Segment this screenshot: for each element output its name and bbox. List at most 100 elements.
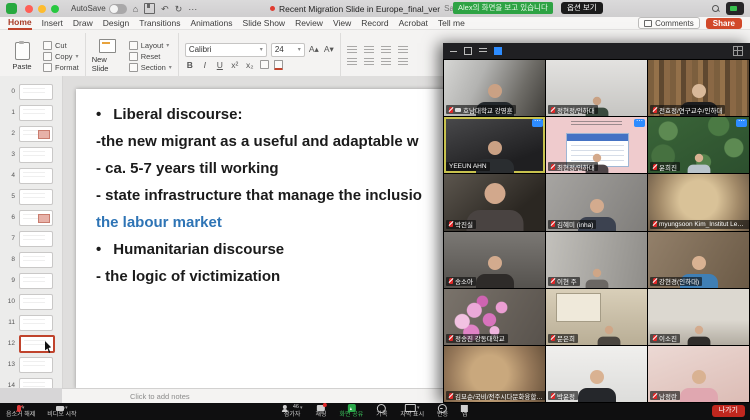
justify-icon[interactable] <box>398 58 408 66</box>
chat-button[interactable]: 채팅 <box>316 404 327 419</box>
captions-button[interactable]: ▾ 자막 표시 <box>400 404 424 419</box>
minimize-icon[interactable] <box>450 51 457 52</box>
participant-tile[interactable]: 박진실 <box>444 174 545 230</box>
participant-tile[interactable]: 강현경(인하대) <box>648 232 749 288</box>
slide-thumbnail-2[interactable]: 2 <box>0 123 62 144</box>
participant-tile[interactable]: ⋯ 최현정/인하대 <box>546 117 647 173</box>
undo-icon[interactable]: ↶ <box>161 4 169 14</box>
superscript-button[interactable]: x² <box>230 60 240 70</box>
new-slide-button[interactable]: New Slide <box>92 33 124 79</box>
minimize-window-button[interactable] <box>38 5 46 13</box>
participant-tile[interactable]: myungsoon Kim_Institut Leder_OMS... <box>648 174 749 230</box>
start-video-button[interactable]: ▾ 비디오 시작 <box>47 404 76 419</box>
tab-review[interactable]: Review <box>295 18 323 29</box>
participants-button[interactable]: 46▾ 참가자 <box>282 404 303 419</box>
slide-thumbnail-13[interactable]: 13 <box>0 354 62 375</box>
close-window-button[interactable] <box>25 5 33 13</box>
tab-record[interactable]: Record <box>361 18 388 29</box>
view-layout-icon[interactable] <box>733 46 743 56</box>
share-screen-button[interactable]: 화면 공유 <box>340 404 364 419</box>
font-size-select[interactable]: 24▾ <box>271 43 305 57</box>
tab-insert[interactable]: Insert <box>42 18 63 29</box>
speaker-view-icon[interactable] <box>464 47 472 55</box>
slide-thumbnail-4[interactable]: 4 <box>0 165 62 186</box>
participant-tile[interactable]: 박윤정 <box>546 346 647 402</box>
tab-transitions[interactable]: Transitions <box>139 18 180 29</box>
search-icon[interactable] <box>712 5 720 13</box>
slide-thumbnail-12-selected[interactable]: 12 <box>0 333 62 354</box>
zoom-window-button[interactable] <box>51 5 59 13</box>
more-commands-icon[interactable]: ⋯ <box>188 4 197 14</box>
tab-view[interactable]: View <box>333 18 351 29</box>
participant-tile[interactable]: 정현정/인하대 <box>546 60 647 116</box>
underline-button[interactable]: U <box>215 60 225 70</box>
home-icon[interactable]: ⌂ <box>133 4 138 14</box>
share-button[interactable]: Share <box>706 18 742 29</box>
tab-draw[interactable]: Draw <box>73 18 93 29</box>
format-painter-button[interactable]: Format <box>43 63 79 72</box>
tab-design[interactable]: Design <box>103 18 129 29</box>
slide-thumbnail-0[interactable]: 0 <box>0 81 62 102</box>
participant-tile[interactable]: 이현 주 <box>546 232 647 288</box>
tile-more-icon[interactable]: ⋯ <box>736 119 747 127</box>
participant-tile[interactable]: 김묘순/국비/전주시다문화융합연... <box>444 346 545 402</box>
highlight-color-button[interactable] <box>260 60 269 69</box>
list-view-icon[interactable] <box>479 48 487 54</box>
tile-more-icon[interactable]: ⋯ <box>634 119 645 127</box>
grow-font-button[interactable]: A▴ <box>309 44 319 55</box>
reactions-button[interactable]: 반응 <box>437 404 448 419</box>
bullets-icon[interactable] <box>347 46 357 54</box>
tab-tell-me[interactable]: Tell me <box>438 18 465 29</box>
indent-decrease-icon[interactable] <box>381 46 391 54</box>
font-color-button[interactable] <box>274 60 283 70</box>
font-name-select[interactable]: Calibri▾ <box>185 43 267 57</box>
slide-thumbnail-1[interactable]: 1 <box>0 102 62 123</box>
participant-tile[interactable]: 남정란 <box>648 346 749 402</box>
cut-button[interactable]: Cut <box>43 41 79 50</box>
view-options-button[interactable]: 옵션 보기 <box>561 2 603 14</box>
paste-button[interactable]: Paste <box>6 33 38 79</box>
participant-tile-active-speaker[interactable]: ⋯ YEEUN AHN <box>444 117 545 173</box>
slide-thumbnail-11[interactable]: 11 <box>0 312 62 333</box>
unmute-button[interactable]: ▾ 음소거 해제 <box>6 404 35 419</box>
slide-thumbnail-9[interactable]: 9 <box>0 270 62 291</box>
record-button[interactable]: 기록 <box>376 404 387 419</box>
bold-button[interactable]: B <box>185 60 195 70</box>
participant-tile[interactable]: ⋯ 윤희진 <box>648 117 749 173</box>
tab-animations[interactable]: Animations <box>190 18 232 29</box>
comments-button[interactable]: Comments <box>638 17 700 29</box>
redo-icon[interactable]: ↻ <box>175 4 183 14</box>
slide-thumbnail-5[interactable]: 5 <box>0 186 62 207</box>
align-center-icon[interactable] <box>364 58 374 66</box>
participant-tile[interactable]: 문은희 <box>546 289 647 345</box>
section-button[interactable]: Section▾ <box>129 63 172 72</box>
numbering-icon[interactable] <box>364 46 374 54</box>
align-left-icon[interactable] <box>347 58 357 66</box>
slide-thumbnail-8[interactable]: 8 <box>0 249 62 270</box>
leave-meeting-button[interactable]: 나가기 <box>712 405 745 417</box>
tab-slide-show[interactable]: Slide Show <box>243 18 286 29</box>
apps-button[interactable]: 앱 <box>461 404 468 419</box>
copy-button[interactable]: Copy▾ <box>43 52 79 61</box>
reset-button[interactable]: Reset <box>129 52 172 61</box>
participant-tile[interactable]: 정송진 강동대학교 <box>444 289 545 345</box>
indent-increase-icon[interactable] <box>398 46 408 54</box>
save-icon[interactable] <box>144 3 155 14</box>
participant-tile[interactable]: 호남대학교 강영훈 <box>444 60 545 116</box>
tab-acrobat[interactable]: Acrobat <box>399 18 428 29</box>
shrink-font-button[interactable]: A▾ <box>324 44 334 55</box>
participant-tile[interactable]: 김혜미 (inha) <box>546 174 647 230</box>
slide-thumbnail-10[interactable]: 10 <box>0 291 62 312</box>
gallery-view-icon[interactable] <box>494 47 502 55</box>
participant-tile[interactable]: 전효정/연구교수/인하대 <box>648 60 749 116</box>
slide-thumbnail-14[interactable]: 14 <box>0 375 62 388</box>
italic-button[interactable]: I <box>200 60 210 70</box>
subscript-button[interactable]: x₂ <box>245 60 255 70</box>
align-right-icon[interactable] <box>381 58 391 66</box>
slide-thumbnail-3[interactable]: 3 <box>0 144 62 165</box>
participant-tile[interactable]: 송소아 <box>444 232 545 288</box>
autosave-toggle[interactable] <box>109 4 127 14</box>
tab-home[interactable]: Home <box>8 17 32 30</box>
layout-button[interactable]: Layout▾ <box>129 41 172 50</box>
slide-thumbnail-7[interactable]: 7 <box>0 228 62 249</box>
